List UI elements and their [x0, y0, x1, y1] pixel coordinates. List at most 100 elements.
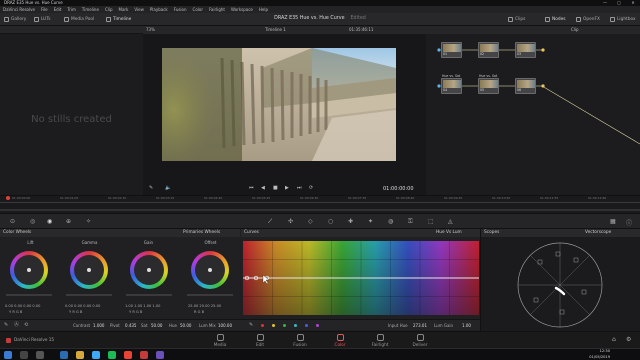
- search-icon[interactable]: [20, 351, 28, 359]
- contrast-value[interactable]: 1.000: [93, 320, 104, 331]
- curves-mode-select[interactable]: Hue Vs Lum: [436, 229, 462, 237]
- menu-fairlight[interactable]: Fairlight: [209, 6, 225, 13]
- clip-label[interactable]: Clip: [571, 26, 579, 34]
- store-icon[interactable]: [92, 351, 100, 359]
- motion-effects-icon[interactable]: ✧: [86, 218, 91, 225]
- gamma-master-slider[interactable]: [66, 294, 112, 296]
- qualifier-icon[interactable]: ◇: [308, 218, 313, 225]
- window-icon[interactable]: ○: [328, 218, 333, 225]
- input-hue-value[interactable]: 273.01: [413, 320, 427, 331]
- page-fairlight[interactable]: Fairlight: [365, 334, 395, 347]
- menu-fusion[interactable]: Fusion: [174, 6, 187, 13]
- menu-mark[interactable]: Mark: [119, 6, 129, 13]
- color-wheels-icon[interactable]: ◉: [47, 218, 52, 225]
- auto-balance-icon[interactable]: Ⓐ: [14, 320, 19, 331]
- wheel-center[interactable]: [87, 268, 91, 272]
- clips-button[interactable]: Clips: [508, 15, 525, 24]
- node-input-dot[interactable]: [437, 48, 441, 52]
- menu-playback[interactable]: Playback: [150, 6, 168, 13]
- magenta-swatch[interactable]: [316, 324, 319, 327]
- green-swatch[interactable]: [283, 324, 286, 327]
- skip-back-icon[interactable]: ⏮: [249, 185, 254, 191]
- offset-values[interactable]: 25.00 25.00 25.00: [188, 304, 221, 308]
- gamma-values[interactable]: 0.00 0.00 0.00 0.00: [65, 304, 100, 308]
- magic-mask-icon[interactable]: ✦: [368, 218, 373, 225]
- gain-wheel[interactable]: [130, 251, 168, 289]
- lum-gain-value[interactable]: 1.00: [462, 320, 471, 331]
- red-swatch[interactable]: [261, 324, 264, 327]
- node-output-dot[interactable]: [541, 84, 545, 88]
- play-icon[interactable]: ▶: [285, 185, 289, 191]
- nodes-button[interactable]: Nodes: [545, 15, 565, 24]
- camera-raw-icon[interactable]: ⊙: [10, 218, 15, 225]
- key-icon[interactable]: ⚿: [408, 218, 413, 226]
- app-taskbar-icon[interactable]: [156, 351, 164, 359]
- menu-view[interactable]: View: [134, 6, 144, 13]
- gain-values[interactable]: 1.00 1.00 1.00 1.00: [125, 304, 160, 308]
- yellow-swatch[interactable]: [272, 324, 275, 327]
- chrome-icon[interactable]: [124, 351, 132, 359]
- blue-swatch[interactable]: [305, 324, 308, 327]
- 3d-icon[interactable]: ◬: [448, 218, 453, 225]
- zoom-level[interactable]: 73%: [146, 26, 155, 34]
- node-input-dot[interactable]: [437, 84, 441, 88]
- pen-icon[interactable]: ✎: [149, 185, 153, 191]
- speaker-icon[interactable]: 🔈: [165, 185, 171, 191]
- page-media[interactable]: Media: [205, 334, 235, 347]
- sat-value[interactable]: 50.00: [151, 320, 162, 331]
- pivot-value[interactable]: 0.435: [125, 320, 136, 331]
- warper-icon[interactable]: ✣: [288, 218, 293, 225]
- resolve-taskbar-icon[interactable]: [140, 351, 148, 359]
- home-icon[interactable]: ⌂: [612, 336, 616, 343]
- sizing-icon[interactable]: ⬚: [428, 218, 434, 225]
- stop-icon[interactable]: ■: [273, 185, 278, 191]
- lum-mix-value[interactable]: 100.00: [218, 320, 232, 331]
- picker-icon[interactable]: ✎: [249, 320, 253, 331]
- menu-edit[interactable]: Edit: [54, 6, 62, 13]
- page-edit[interactable]: Edit: [245, 334, 275, 347]
- lift-values[interactable]: 0.00 0.00 0.00 0.00: [5, 304, 40, 308]
- offset-wheel[interactable]: [191, 251, 229, 289]
- node-output-dot[interactable]: [541, 48, 545, 52]
- menu-help[interactable]: Help: [259, 6, 268, 13]
- page-deliver[interactable]: Deliver: [405, 334, 435, 347]
- system-clock[interactable]: 12:30 01/05/2019: [589, 348, 610, 360]
- menu-color[interactable]: Color: [193, 6, 203, 13]
- spotify-icon[interactable]: [108, 351, 116, 359]
- wheel-center[interactable]: [27, 268, 31, 272]
- tracker-icon[interactable]: ✚: [348, 218, 353, 225]
- wheel-center[interactable]: [208, 268, 212, 272]
- lightbox-button[interactable]: Lightbox: [610, 15, 636, 24]
- skip-forward-icon[interactable]: ⏭: [297, 185, 302, 191]
- page-color[interactable]: Color: [325, 334, 355, 347]
- cyan-swatch[interactable]: [294, 324, 297, 327]
- picker-icon[interactable]: ✎: [4, 320, 8, 331]
- lift-master-slider[interactable]: [6, 294, 52, 296]
- color-match-icon[interactable]: ◎: [30, 218, 35, 225]
- timeline-name[interactable]: Timeline 1: [265, 26, 286, 34]
- start-icon[interactable]: [4, 351, 12, 359]
- edge-icon[interactable]: [60, 351, 68, 359]
- hue-value[interactable]: 50.00: [180, 320, 191, 331]
- explorer-icon[interactable]: [76, 351, 84, 359]
- page-fusion[interactable]: Fusion: [285, 334, 315, 347]
- wheel-center[interactable]: [147, 268, 151, 272]
- wheels-mode-select[interactable]: Primaries Wheels: [183, 229, 220, 237]
- menu-app[interactable]: DaVinci Resolve: [3, 6, 35, 13]
- info-icon[interactable]: ⓘ: [626, 218, 632, 227]
- blur-icon[interactable]: ◍: [388, 218, 393, 225]
- menu-file[interactable]: File: [41, 6, 48, 13]
- openfx-button[interactable]: OpenFX: [576, 15, 600, 24]
- scope-mode-select[interactable]: Vectorscope: [585, 229, 611, 237]
- menu-timeline[interactable]: Timeline: [82, 6, 99, 13]
- offset-master-slider[interactable]: [187, 294, 233, 296]
- menu-trim[interactable]: Trim: [67, 6, 76, 13]
- rgb-mixer-icon[interactable]: ⊕: [66, 218, 71, 225]
- menu-clip[interactable]: Clip: [105, 6, 113, 13]
- reset-icon[interactable]: ⟲: [24, 320, 28, 331]
- lift-wheel[interactable]: [10, 251, 48, 289]
- menu-workspace[interactable]: Workspace: [231, 6, 253, 13]
- timeline-scrollbar[interactable]: [0, 209, 640, 211]
- curves-icon[interactable]: ⟋: [268, 218, 272, 226]
- task-view-icon[interactable]: [36, 351, 44, 359]
